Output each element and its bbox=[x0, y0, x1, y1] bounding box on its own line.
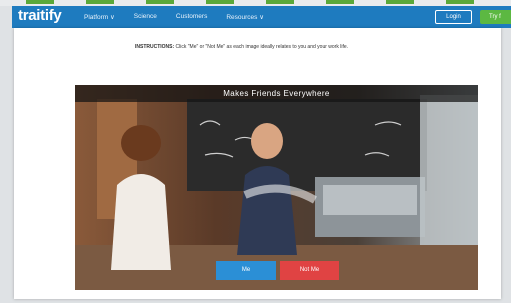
instructions-prefix: INSTRUCTIONS: bbox=[135, 44, 175, 50]
instructions-body: Click "Me" or "Not Me" as each image ide… bbox=[174, 44, 349, 50]
not-me-button[interactable]: Not Me bbox=[280, 261, 339, 280]
login-button[interactable]: Login bbox=[435, 10, 472, 24]
assessment-page: INSTRUCTIONS: Click "Me" or "Not Me" as … bbox=[14, 28, 501, 299]
assessment-card: Makes Friends Everywhere Me Not Me bbox=[75, 85, 478, 290]
card-title: Makes Friends Everywhere bbox=[75, 85, 478, 102]
try-button[interactable]: Try f bbox=[480, 10, 511, 24]
nav-links: Platform ∨ Science Customers Resources ∨ bbox=[84, 13, 264, 21]
traitify-logo[interactable]: traitify bbox=[18, 7, 62, 24]
nav-customers[interactable]: Customers bbox=[176, 13, 207, 21]
nav-platform[interactable]: Platform ∨ bbox=[84, 13, 115, 21]
instructions-text: INSTRUCTIONS: Click "Me" or "Not Me" as … bbox=[135, 44, 348, 50]
screen: traitify Platform ∨ Science Customers Re… bbox=[0, 0, 511, 303]
me-button[interactable]: Me bbox=[216, 261, 276, 280]
nav-resources[interactable]: Resources ∨ bbox=[226, 13, 264, 21]
barista-photo bbox=[75, 85, 478, 290]
top-navbar: traitify Platform ∨ Science Customers Re… bbox=[12, 6, 511, 28]
nav-science[interactable]: Science bbox=[134, 13, 157, 21]
